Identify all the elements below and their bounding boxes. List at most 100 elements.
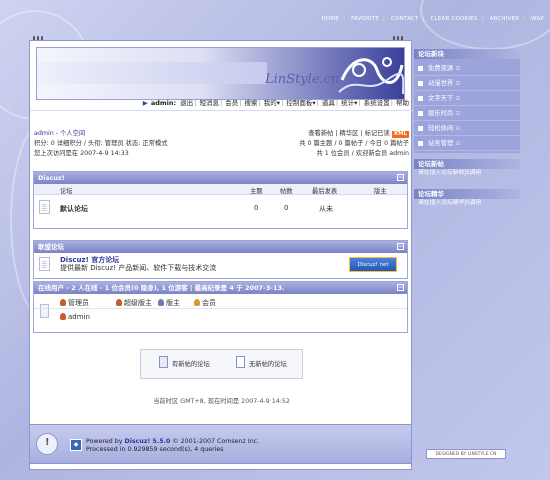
top-links: HOME | FAVORITE | CONTACT | CLEAR COOKIES | … xyxy=(321,16,544,22)
powered-by: Powered by xyxy=(86,438,123,445)
online-user-list: admin xyxy=(34,309,407,324)
timezone-info: 当前时区 GMT+8, 现在时间是 2007-4-9 14:52 xyxy=(153,398,290,405)
table-row: 默认论坛 0 0 从未 xyxy=(34,195,407,221)
top-link-wap[interactable]: WAP xyxy=(531,16,544,22)
forum-stats: 共 0 篇主题 / 0 篇帖子 / 今日 0 篇帖子 xyxy=(299,140,409,147)
nav-help[interactable]: 帮助 xyxy=(396,99,409,107)
top-link-archiver[interactable]: ARCHIVER xyxy=(490,16,520,22)
mod-user-icon xyxy=(158,299,164,306)
col-last-post: 最后发表 xyxy=(312,188,338,195)
top-link-favorite[interactable]: FAVORITE xyxy=(351,16,379,22)
new-posts-label: 有新帖的论坛 xyxy=(172,361,210,368)
discuz-version: 5.5.0 xyxy=(152,438,171,445)
legend-mod: 版主 xyxy=(166,299,180,307)
footer-badge-icon xyxy=(36,433,58,455)
sidebar-item-free-resources[interactable]: 免费资源 ≡ xyxy=(414,61,520,76)
online-header: 在线用户 - 2 人在线 - 1 位会员(0 隐身), 1 位游客 | 最高纪录… xyxy=(34,282,407,294)
new-posts-icon xyxy=(159,356,168,368)
top-navigation: ▶ admin: 退出| 短消息| 会员| 搜索| 我的▾| 控制面板▾| 道具… xyxy=(30,97,413,111)
forum-topics: 0 xyxy=(254,204,259,212)
member-stats: 共 1 位会员 / 欢迎新会员 admin xyxy=(316,150,409,157)
user-icon xyxy=(60,313,66,320)
discuz-link[interactable]: Discuz! xyxy=(125,438,151,445)
member-user-icon xyxy=(194,299,200,306)
sidebar-item-literature[interactable]: 文字天下 ≡ xyxy=(414,91,520,106)
sidebar-item-site-admin[interactable]: 站务管理 ≡ xyxy=(414,136,520,151)
footer: ◆ Powered by Discuz! 5.5.0 © 2001-2007 C… xyxy=(29,424,412,464)
no-new-posts-label: 无新帖的论坛 xyxy=(249,361,287,368)
legend-super-mod: 超级版主 xyxy=(124,299,152,307)
partner-row: Discuz! 官方论坛 提供最新 Discuz! 产品新闻、软件下载与技术交流… xyxy=(34,253,407,275)
sidebar-head-boards: 论坛新块 xyxy=(414,49,520,59)
legend-admin: 管理员 xyxy=(68,299,89,307)
collapse-icon[interactable]: − xyxy=(397,174,404,181)
forum-legend-box: 有新帖的论坛 无新帖的论坛 xyxy=(140,349,303,379)
xml-rss-badge[interactable]: XML xyxy=(391,131,409,138)
col-posts: 帖数 xyxy=(280,188,293,195)
online-users-box: 在线用户 - 2 人在线 - 1 位会员(0 隐身), 1 位游客 | 最高纪录… xyxy=(33,281,408,333)
top-link-clear-cookies[interactable]: CLEAR COOKIES xyxy=(431,16,478,22)
col-moderator: 版主 xyxy=(374,188,387,195)
decor-swirl xyxy=(420,0,550,50)
col-forum: 论坛 xyxy=(60,188,73,195)
collapse-icon[interactable]: − xyxy=(397,243,404,250)
partner-desc: 提供最新 Discuz! 产品新闻、软件下载与技术交流 xyxy=(60,264,217,272)
partner-title: 联盟论坛 xyxy=(38,243,64,251)
sidebar-item-anime[interactable]: 动漫世界 ≡ xyxy=(414,76,520,91)
copyright: © 2001-2007 Comsenz Inc. xyxy=(172,438,260,445)
quick-links[interactable]: 查看新帖 | 精华区 | 标记已读 xyxy=(308,130,390,137)
sidebar-head-new-posts: 论坛新帖 xyxy=(414,159,520,169)
discuz-net-logo[interactable]: Discuz! net xyxy=(349,257,397,272)
col-topics: 主题 xyxy=(250,188,263,195)
top-link-contact[interactable]: CONTACT xyxy=(391,16,418,22)
nav-tools[interactable]: 道具 xyxy=(322,99,335,107)
admin-user-icon xyxy=(60,299,66,306)
forum-last-post: 从未 xyxy=(319,205,333,213)
online-legend: 管理员 超级版主 版主 会员 xyxy=(34,294,407,309)
nav-stats[interactable]: 统计▾ xyxy=(341,99,357,107)
forum-posts: 0 xyxy=(284,204,289,212)
online-title: 在线用户 - 2 人在线 - 1 位会员(0 隐身), 1 位游客 | 最高纪录… xyxy=(38,284,285,292)
partner-header: 联盟论坛 − xyxy=(34,241,407,253)
site-logo[interactable]: LinStyle.cn xyxy=(265,72,339,87)
nav-control-panel[interactable]: 控制面板▾ xyxy=(286,99,315,107)
nav-logout[interactable]: 退出 xyxy=(180,99,193,107)
banner-ornament-icon xyxy=(338,57,404,95)
partner-forums-box: 联盟论坛 − Discuz! 官方论坛 提供最新 Discuz! 产品新闻、软件… xyxy=(33,240,408,279)
right-sidebar: 论坛新块 免费资源 ≡ 动漫世界 ≡ 文字天下 ≡ 娱乐时尚 ≡ 轻松休闲 ≡ 站务管理 ≡… xyxy=(414,49,520,469)
top-link-home[interactable]: HOME xyxy=(322,16,340,22)
online-user[interactable]: admin xyxy=(68,313,90,321)
sidebar-board-list: 免费资源 ≡ 动漫世界 ≡ 文字天下 ≡ 娱乐时尚 ≡ 轻松休闲 ≡ 站务管理 ≡ xyxy=(414,59,520,153)
collapse-icon[interactable]: − xyxy=(397,284,404,291)
forum-name[interactable]: 默认论坛 xyxy=(60,204,88,214)
nav-settings[interactable]: 系统设置 xyxy=(364,99,390,107)
category-title[interactable]: Discuz! xyxy=(38,174,65,182)
sidebar-new-posts-note: 请在插入论坛新帖JS调用 xyxy=(418,170,482,176)
forum-table-header: 论坛 主题 帖数 最后发表 版主 xyxy=(34,184,407,195)
sidebar-head-digest: 论坛精华 xyxy=(414,189,520,199)
discuz-icon[interactable]: ◆ xyxy=(70,439,82,451)
nav-search[interactable]: 搜索 xyxy=(245,99,258,107)
processed-info: Processed in 0.929859 second(s), 4 queri… xyxy=(86,446,224,453)
legend-member: 会员 xyxy=(202,299,216,307)
nav-my[interactable]: 我的▾ xyxy=(264,99,280,107)
partner-icon xyxy=(39,257,50,271)
nav-messages[interactable]: 短消息 xyxy=(199,99,219,107)
sidebar-item-entertainment[interactable]: 娱乐时尚 ≡ xyxy=(414,106,520,121)
category-header: Discuz! − xyxy=(34,172,407,184)
designed-by-badge[interactable]: DESIGNED BY LINSTYLE.CN xyxy=(426,449,506,459)
sidebar-digest-note: 请在插入论坛精华JS调用 xyxy=(418,200,482,206)
no-new-posts-icon xyxy=(236,356,245,368)
partner-name[interactable]: Discuz! 官方论坛 xyxy=(60,256,216,264)
last-visit: 您上次访问是在 2007-4-9 14:33 xyxy=(34,150,129,157)
super-mod-user-icon xyxy=(116,299,122,306)
forum-category-box: Discuz! − 论坛 主题 帖数 最后发表 版主 默认论坛 0 0 从未 xyxy=(33,171,408,229)
user-space-link[interactable]: admin - 个人空间 xyxy=(34,129,168,139)
sidebar-item-leisure[interactable]: 轻松休闲 ≡ xyxy=(414,121,520,136)
header-banner: LinStyle.cn xyxy=(36,47,405,100)
nav-username[interactable]: admin: xyxy=(151,99,176,107)
main-panel: LinStyle.cn ▶ admin: 退出| 短消息| 会员| 搜索| 我的… xyxy=(29,40,413,470)
forum-status-icon xyxy=(39,200,50,214)
nav-members[interactable]: 会员 xyxy=(225,99,238,107)
user-credits: 积分: 0 详细积分 / 头衔: 管理员 状态: 正常模式 xyxy=(34,140,168,147)
